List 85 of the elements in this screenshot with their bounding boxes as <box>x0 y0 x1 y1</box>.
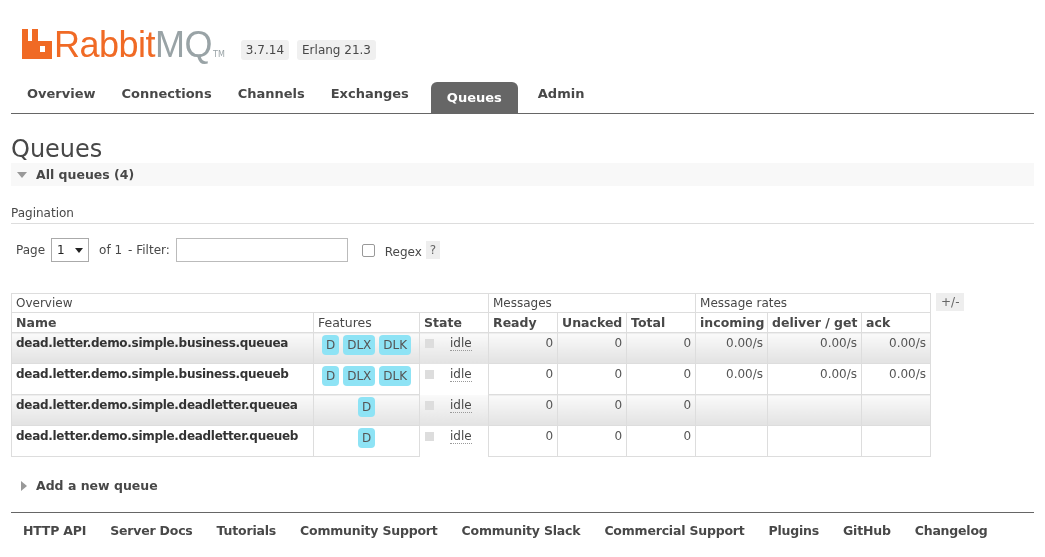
nav-tab[interactable]: Connections <box>109 82 224 113</box>
table-cell: 0 <box>626 332 696 364</box>
table-cell: 0 <box>488 363 558 395</box>
feature-tag: DLK <box>379 366 412 386</box>
state-text: idle <box>450 428 472 444</box>
table-cell: 0 <box>557 363 627 395</box>
queue-name-cell[interactable]: dead.letter.demo.simple.deadletter.queueb <box>11 425 314 457</box>
table-cell: 0 <box>488 425 558 457</box>
page-label: Page <box>16 243 46 257</box>
section-toggle[interactable]: Add a new queue <box>11 474 164 497</box>
section-toggle[interactable]: All queues (4) <box>11 163 1034 186</box>
state-indicator-icon <box>425 400 434 410</box>
footer-link[interactable]: Changelog <box>914 523 988 538</box>
column-group-header: Overview <box>11 293 489 313</box>
page-count: of 1 <box>99 243 123 257</box>
filter-field[interactable] <box>175 238 348 262</box>
queue-name-cell[interactable]: dead.letter.demo.simple.deadletter.queuea <box>11 394 314 426</box>
column-header: State <box>419 312 489 333</box>
table-cell: 0.00/s <box>861 363 931 395</box>
caret-icon <box>75 247 84 253</box>
queue-name-cell[interactable]: dead.letter.demo.simple.business.queueb <box>11 363 314 395</box>
state-indicator-icon <box>425 339 434 348</box>
page-select[interactable]: 1 <box>51 238 90 262</box>
version-badge: Erlang 21.3 <box>297 40 376 60</box>
table-cell: 0 <box>626 363 696 395</box>
footer-link[interactable]: Server Docs <box>110 523 193 538</box>
column-group-header: Messages <box>488 293 696 313</box>
column-header: deliver / get <box>767 312 862 333</box>
nav-tab[interactable]: Exchanges <box>318 82 421 113</box>
table-cell: 0 <box>557 332 627 364</box>
columns-toggle-button[interactable]: +/- <box>936 293 965 311</box>
column-header: incoming <box>695 312 768 333</box>
footer-link[interactable]: GitHub <box>843 523 891 538</box>
column-header: Name <box>11 312 314 333</box>
nav-tab[interactable]: Overview <box>15 82 108 113</box>
footer-link[interactable]: Community Support <box>300 523 438 538</box>
footer-link[interactable]: Community Slack <box>461 523 581 538</box>
table-cell: 0.00/s <box>695 363 768 395</box>
nav-tab[interactable]: Queues <box>430 82 518 113</box>
nav-tab[interactable]: Channels <box>225 82 317 113</box>
table-cell: 0 <box>488 332 558 364</box>
column-header: Total <box>626 312 696 333</box>
column-header: ack <box>861 312 931 333</box>
table-cell: 0.00/s <box>767 363 862 395</box>
state-text: idle <box>450 397 472 413</box>
queue-name-cell[interactable]: dead.letter.demo.simple.business.queuea <box>11 332 314 364</box>
footer-link[interactable]: Tutorials <box>216 523 277 538</box>
help-button[interactable]: ? <box>425 241 441 259</box>
column-header: Ready <box>488 312 558 333</box>
feature-tag: DLK <box>379 335 412 355</box>
feature-tag: D <box>321 335 340 355</box>
logo-icon <box>22 29 52 59</box>
feature-tag: D <box>357 428 376 448</box>
logo-text: Rabbit <box>54 25 156 65</box>
nav-tab[interactable]: Admin <box>525 82 597 113</box>
table-cell: 0 <box>557 394 627 426</box>
column-group-header: Message rates <box>695 293 931 313</box>
feature-tag: DLX <box>343 366 376 386</box>
trademark-mark: TM <box>213 50 225 59</box>
table-cell: 0 <box>626 425 696 457</box>
table-cell: 0.00/s <box>767 332 862 364</box>
state-text: idle <box>450 366 472 382</box>
version-badge: 3.7.14 <box>240 40 290 60</box>
table-cell: 0.00/s <box>861 332 931 364</box>
state-text: idle <box>450 336 472 351</box>
table-cell: 0.00/s <box>695 332 768 364</box>
page-title: Queues <box>11 135 104 163</box>
table-cell: 0 <box>626 394 696 426</box>
table-cell: 0 <box>557 425 627 457</box>
pagination-heading: Pagination <box>11 206 1034 224</box>
table-cell: 0 <box>488 394 558 426</box>
regex-label: Regex <box>384 244 422 259</box>
feature-tag: D <box>321 366 340 386</box>
feature-tag: D <box>357 397 376 417</box>
filter-label: - Filter: <box>128 243 170 257</box>
state-indicator-icon <box>425 431 434 441</box>
footer-link[interactable]: Commercial Support <box>604 523 745 538</box>
state-indicator-icon <box>425 369 434 379</box>
column-header: Unacked <box>557 312 627 333</box>
logo-text: MQ <box>155 25 213 65</box>
footer-link[interactable]: Plugins <box>768 523 820 538</box>
column-header: Features <box>313 312 420 333</box>
footer-link[interactable]: HTTP API <box>23 523 87 538</box>
regex-checkbox[interactable] <box>361 243 375 257</box>
feature-tag: DLX <box>343 335 376 355</box>
